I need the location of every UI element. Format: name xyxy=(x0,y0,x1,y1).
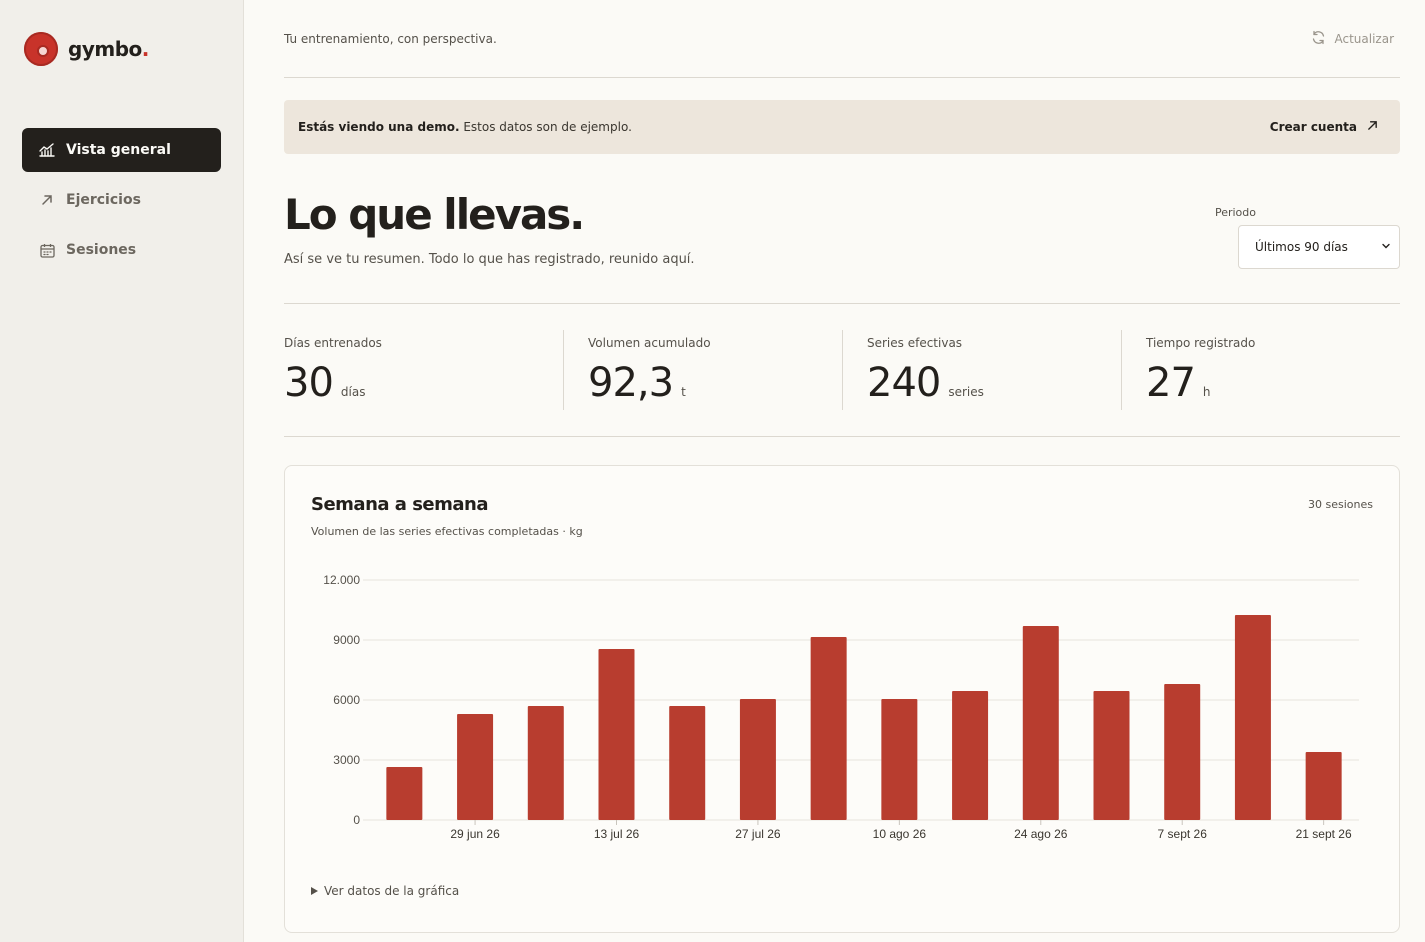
period-label: Periodo xyxy=(1214,206,1256,219)
sidebar-item-label: Vista general xyxy=(66,142,171,158)
hero: Lo que llevas. Así se ve tu resumen. Tod… xyxy=(284,154,1400,304)
app-name: gymbo xyxy=(68,37,142,61)
x-tick-label: 10 ago 26 xyxy=(873,827,927,841)
x-tick-label: 13 jul 26 xyxy=(594,827,640,841)
bar xyxy=(810,637,847,820)
refresh-button[interactable]: Actualizar xyxy=(1311,30,1394,48)
stat-unit: t xyxy=(681,385,686,399)
sidebar-item-vista-general[interactable]: Vista general xyxy=(22,128,221,172)
page-title: Lo que llevas. xyxy=(284,190,585,239)
x-tick-label: 27 jul 26 xyxy=(735,827,781,841)
bar xyxy=(386,767,423,820)
stat-label: Volumen acumulado xyxy=(588,336,711,350)
period-select[interactable]: Últimos 90 días xyxy=(1238,225,1400,269)
sidebar-item-sesiones[interactable]: Sesiones xyxy=(22,228,221,272)
arrow-up-right-icon xyxy=(1367,120,1378,134)
chart-card: Semana a semana Volumen de las series ef… xyxy=(284,465,1400,933)
stat-series-efectivas: Series efectivas 240 series xyxy=(842,330,1121,410)
stat-unit: días xyxy=(340,385,366,399)
chart-line-icon xyxy=(38,141,56,159)
stat-unit: series xyxy=(948,385,984,399)
bar xyxy=(1164,684,1201,820)
demo-banner-bold: Estás viendo una demo. xyxy=(298,120,460,134)
bar xyxy=(1093,691,1130,820)
sidebar-item-ejercicios[interactable]: Ejercicios xyxy=(22,178,221,222)
logo[interactable]: gymbo. xyxy=(24,32,149,66)
y-tick-label: 12.000 xyxy=(323,573,360,587)
stat-value: 240 xyxy=(867,360,941,406)
demo-banner: Estás viendo una demo. Estos datos son d… xyxy=(284,100,1400,154)
x-tick-label: 7 sept 26 xyxy=(1158,827,1208,841)
bar-chart: 0 3000 6000 9000 12.000 29 jun 26 13 jul 26 27 … xyxy=(323,573,1359,841)
bar xyxy=(1234,615,1271,820)
x-tick-label: 29 jun 26 xyxy=(450,827,500,841)
chart-subtitle: Volumen de las series efectivas completa… xyxy=(311,525,583,538)
stat-tiempo-registrado: Tiempo registrado 27 h xyxy=(1121,330,1400,410)
sidebar-item-label: Ejercicios xyxy=(66,192,141,208)
tagline: Tu entrenamiento, con perspectiva. xyxy=(284,31,497,46)
bar xyxy=(952,691,989,820)
stat-dias-entrenados: Días entrenados 30 días xyxy=(284,304,563,436)
chart-data-toggle-label: Ver datos de la gráfica xyxy=(324,884,460,898)
x-tick-label: 24 ago 26 xyxy=(1014,827,1068,841)
y-tick-label: 6000 xyxy=(333,693,360,707)
bar xyxy=(527,706,564,820)
main-content: Tu entrenamiento, con perspectiva. Actua… xyxy=(284,0,1400,933)
create-account-label: Crear cuenta xyxy=(1269,120,1357,134)
logo-mark-icon xyxy=(24,32,58,66)
y-tick-label: 0 xyxy=(353,813,360,827)
triangle-right-icon xyxy=(311,884,318,898)
bar xyxy=(1305,752,1342,820)
y-tick-label: 9000 xyxy=(333,633,360,647)
demo-banner-note: Estos datos son de ejemplo. xyxy=(459,120,632,134)
x-tick-label: 21 sept 26 xyxy=(1296,827,1352,841)
page-subtitle: Así se ve tu resumen. Todo lo que has re… xyxy=(284,252,695,267)
sidebar-item-label: Sesiones xyxy=(66,242,137,258)
sidebar: gymbo. Vista general Ejercicios Sesiones xyxy=(0,0,244,942)
stat-unit: h xyxy=(1202,385,1211,399)
calendar-icon xyxy=(38,241,56,259)
stats-row: Días entrenados 30 días Volumen acumulado… xyxy=(284,304,1400,437)
session-count: 30 sesiones xyxy=(1308,498,1373,511)
refresh-label: Actualizar xyxy=(1334,31,1394,46)
sidebar-nav: Vista general Ejercicios Sesiones xyxy=(22,128,221,278)
y-tick-label: 3000 xyxy=(333,753,360,767)
stat-value: 92,3 xyxy=(588,360,674,406)
chart-data-toggle[interactable]: Ver datos de la gráfica xyxy=(311,884,459,898)
refresh-icon xyxy=(1311,30,1326,48)
top-bar: Tu entrenamiento, con perspectiva. Actua… xyxy=(284,0,1400,78)
bar xyxy=(1022,626,1059,820)
stat-label: Días entrenados xyxy=(284,336,382,350)
stat-label: Tiempo registrado xyxy=(1146,336,1256,350)
bar xyxy=(598,649,635,820)
stat-volumen-acumulado: Volumen acumulado 92,3 t xyxy=(563,330,842,410)
chart-title: Semana a semana xyxy=(311,494,489,515)
app-name-dot: . xyxy=(141,37,150,61)
stat-value: 27 xyxy=(1146,360,1196,406)
period-select-value: Últimos 90 días xyxy=(1255,240,1348,254)
arrow-up-right-icon xyxy=(38,191,56,209)
demo-banner-text: Estás viendo una demo. Estos datos son d… xyxy=(298,120,632,134)
bar xyxy=(457,714,494,820)
chevron-down-icon xyxy=(1381,240,1391,254)
stat-label: Series efectivas xyxy=(867,336,963,350)
bar xyxy=(739,699,776,820)
bar xyxy=(881,699,918,820)
bar xyxy=(669,706,706,820)
stat-value: 30 xyxy=(284,360,334,406)
create-account-button[interactable]: Crear cuenta xyxy=(1270,120,1378,134)
